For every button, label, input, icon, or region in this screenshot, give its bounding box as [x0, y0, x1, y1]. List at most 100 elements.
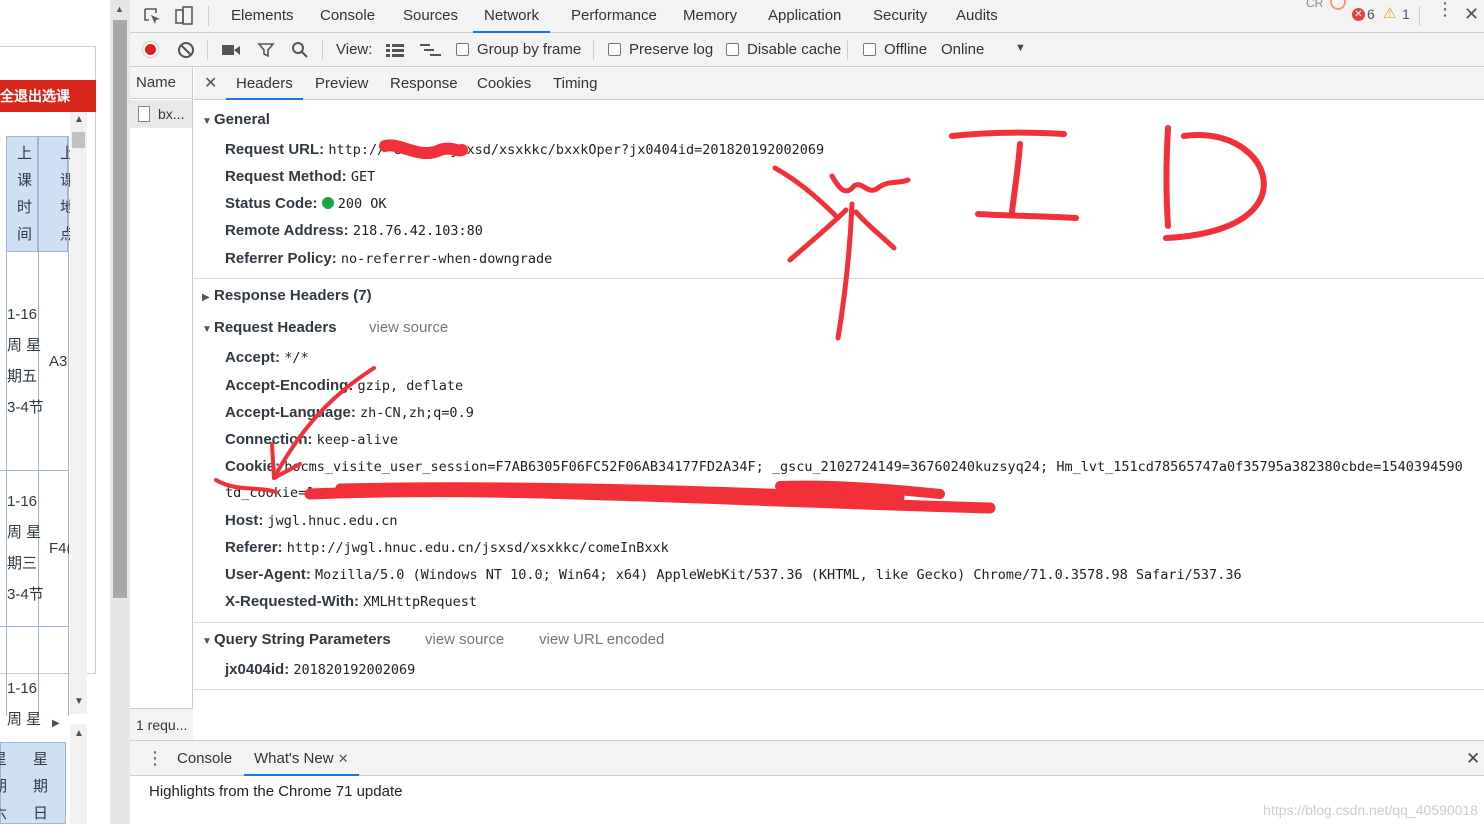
table-cell-time: 1-16周 星期三3-4节: [7, 486, 44, 610]
whats-new-message: Highlights from the Chrome 71 update: [149, 783, 402, 800]
header-connection: Connection: keep-alive: [225, 431, 398, 448]
close-drawer-icon[interactable]: ✕: [1466, 741, 1480, 776]
disable-cache-label: Disable cache: [747, 41, 841, 58]
drawer-tab-console[interactable]: Console: [177, 741, 232, 776]
request-url-row: Request URL: http:// edu.cn/jsxsd/xsxkkc…: [225, 141, 824, 158]
request-method-row: Request Method: GET: [225, 168, 375, 185]
header-accept-language: Accept-Language: zh-CN,zh;q=0.9: [225, 404, 474, 421]
subtab-cookies[interactable]: Cookies: [477, 67, 531, 100]
header-host: Host: jwgl.hnuc.edu.cn: [225, 512, 398, 529]
capture-screenshots-icon[interactable]: [221, 42, 241, 58]
header-referer: Referer: http://jwgl.hnuc.edu.cn/jsxsd/x…: [225, 539, 669, 556]
preserve-log-label: Preserve log: [629, 41, 713, 58]
triangle-right-icon: ▶: [202, 292, 214, 303]
tab-network[interactable]: Network: [473, 0, 550, 33]
scroll-right-icon[interactable]: ▶: [52, 718, 60, 729]
devtools-panel: Elements Console Sources Network Perform…: [130, 0, 1484, 824]
response-headers-toggle[interactable]: ▶Response Headers (7): [202, 287, 372, 304]
header-accept-encoding: Accept-Encoding: gzip, deflate: [225, 377, 463, 394]
detail-tabs: ✕ Headers Preview Response Cookies Timin…: [194, 67, 1484, 100]
table-cell-time: 1-16周 星期五3-4节: [7, 299, 44, 423]
warning-count: 1: [1402, 6, 1410, 22]
chevron-down-icon[interactable]: ▼: [1015, 42, 1026, 54]
subtab-response[interactable]: Response: [390, 67, 458, 100]
network-toolbar: View: Group by frame Preserve log Disabl…: [130, 33, 1484, 67]
record-button[interactable]: [142, 41, 159, 58]
tab-elements[interactable]: Elements: [231, 0, 294, 32]
tab-audits[interactable]: Audits: [956, 0, 998, 32]
filter-icon[interactable]: [257, 41, 275, 59]
request-row[interactable]: bx...: [130, 100, 192, 128]
web-page-strip: 安全退出选课 上课时间 上课地点 1-16周 星期五3-4节 A3 1-16周 …: [0, 0, 110, 824]
view-label: View:: [336, 41, 372, 58]
search-icon[interactable]: [291, 41, 309, 59]
throttling-select[interactable]: Online: [941, 41, 984, 58]
header-saturday: 星期六: [0, 746, 6, 827]
status-code-row: Status Code: 200 OK: [225, 195, 386, 212]
request-list: Name bx... 1 requ...: [130, 67, 193, 740]
cr-label: CR: [1306, 0, 1323, 10]
header-user-agent: User-Agent: Mozilla/5.0 (Windows NT 10.0…: [225, 566, 1242, 583]
offline-label: Offline: [884, 41, 927, 58]
query-string-toggle[interactable]: ▼Query String Parameters: [202, 631, 391, 648]
request-headers-view-source[interactable]: view source: [369, 319, 448, 336]
tab-sources[interactable]: Sources: [403, 0, 458, 32]
more-options-icon[interactable]: ⋮: [1436, 4, 1454, 14]
header-accept: Accept: */*: [225, 349, 309, 366]
warning-icon[interactable]: ⚠: [1383, 4, 1396, 22]
referrer-policy-row: Referrer Policy: no-referrer-when-downgr…: [225, 250, 552, 267]
waterfall-overview-icon[interactable]: [420, 43, 442, 57]
preserve-log-checkbox[interactable]: [608, 43, 621, 56]
offline-checkbox[interactable]: [863, 43, 876, 56]
close-devtools-icon[interactable]: ✕: [1464, 4, 1479, 25]
page-bottom-scrollbar[interactable]: ▲: [70, 724, 87, 824]
devtools-tab-bar: Elements Console Sources Network Perform…: [130, 0, 1484, 33]
large-rows-icon[interactable]: [386, 43, 404, 57]
header-cookie-continued: td_cookie=1: [225, 484, 314, 501]
query-view-source[interactable]: view source: [425, 631, 504, 648]
tab-console[interactable]: Console: [320, 0, 375, 32]
clear-icon[interactable]: [177, 41, 195, 59]
tab-memory[interactable]: Memory: [683, 0, 737, 32]
disable-cache-checkbox[interactable]: [726, 43, 739, 56]
inspect-element-icon[interactable]: [142, 6, 162, 26]
group-by-frame-checkbox[interactable]: [456, 43, 469, 56]
header-x-requested-with: X-Requested-With: XMLHttpRequest: [225, 593, 477, 610]
exit-course-selection-button[interactable]: 安全退出选课: [0, 80, 96, 112]
close-detail-icon[interactable]: ✕: [204, 67, 217, 100]
device-toolbar-icon[interactable]: [174, 6, 194, 26]
subtab-timing[interactable]: Timing: [553, 67, 597, 100]
extension-icon[interactable]: [1330, 0, 1346, 10]
error-count: 6: [1367, 6, 1375, 22]
page-vertical-scrollbar[interactable]: ▲: [110, 0, 130, 824]
tab-security[interactable]: Security: [873, 0, 927, 32]
page-table-scrollbar[interactable]: ▲ ▼: [70, 112, 87, 714]
tab-performance[interactable]: Performance: [571, 0, 657, 32]
query-view-url-encoded[interactable]: view URL encoded: [539, 631, 664, 648]
triangle-down-icon: ▼: [202, 636, 214, 647]
group-by-frame-label: Group by frame: [477, 41, 581, 58]
triangle-down-icon: ▼: [202, 324, 214, 335]
table-cell-time: 1-16周 星: [7, 673, 41, 735]
request-headers-toggle[interactable]: ▼Request Headers: [202, 319, 337, 336]
query-param-jx0404id: jx0404id: 201820192002069: [225, 661, 415, 678]
request-count: 1 requ...: [130, 708, 193, 740]
tab-application[interactable]: Application: [768, 0, 841, 32]
subtab-preview[interactable]: Preview: [315, 67, 368, 100]
drawer-tab-whats-new[interactable]: What's New ✕: [244, 741, 359, 776]
name-column-header[interactable]: Name: [130, 67, 192, 99]
table-cell-place: A3: [49, 346, 69, 377]
table-cell-place: F4(: [49, 533, 69, 564]
close-tab-icon: ✕: [338, 751, 349, 766]
triangle-down-icon: ▼: [202, 116, 214, 127]
error-icon[interactable]: ✕: [1352, 8, 1365, 21]
remote-address-row: Remote Address: 218.76.42.103:80: [225, 222, 483, 239]
header-cookie: Cookie: bocms_visite_user_session=F7AB63…: [225, 458, 1484, 475]
subtab-headers[interactable]: Headers: [226, 67, 303, 100]
watermark: https://blog.csdn.net/qq_40590018: [1263, 802, 1478, 818]
header-sunday: 星期日: [33, 746, 48, 827]
header-class-time: 上课时间: [17, 140, 32, 248]
status-ok-icon: [322, 197, 334, 209]
drawer-menu-icon[interactable]: ⋮: [146, 741, 164, 776]
general-section-toggle[interactable]: ▼General: [202, 111, 270, 128]
